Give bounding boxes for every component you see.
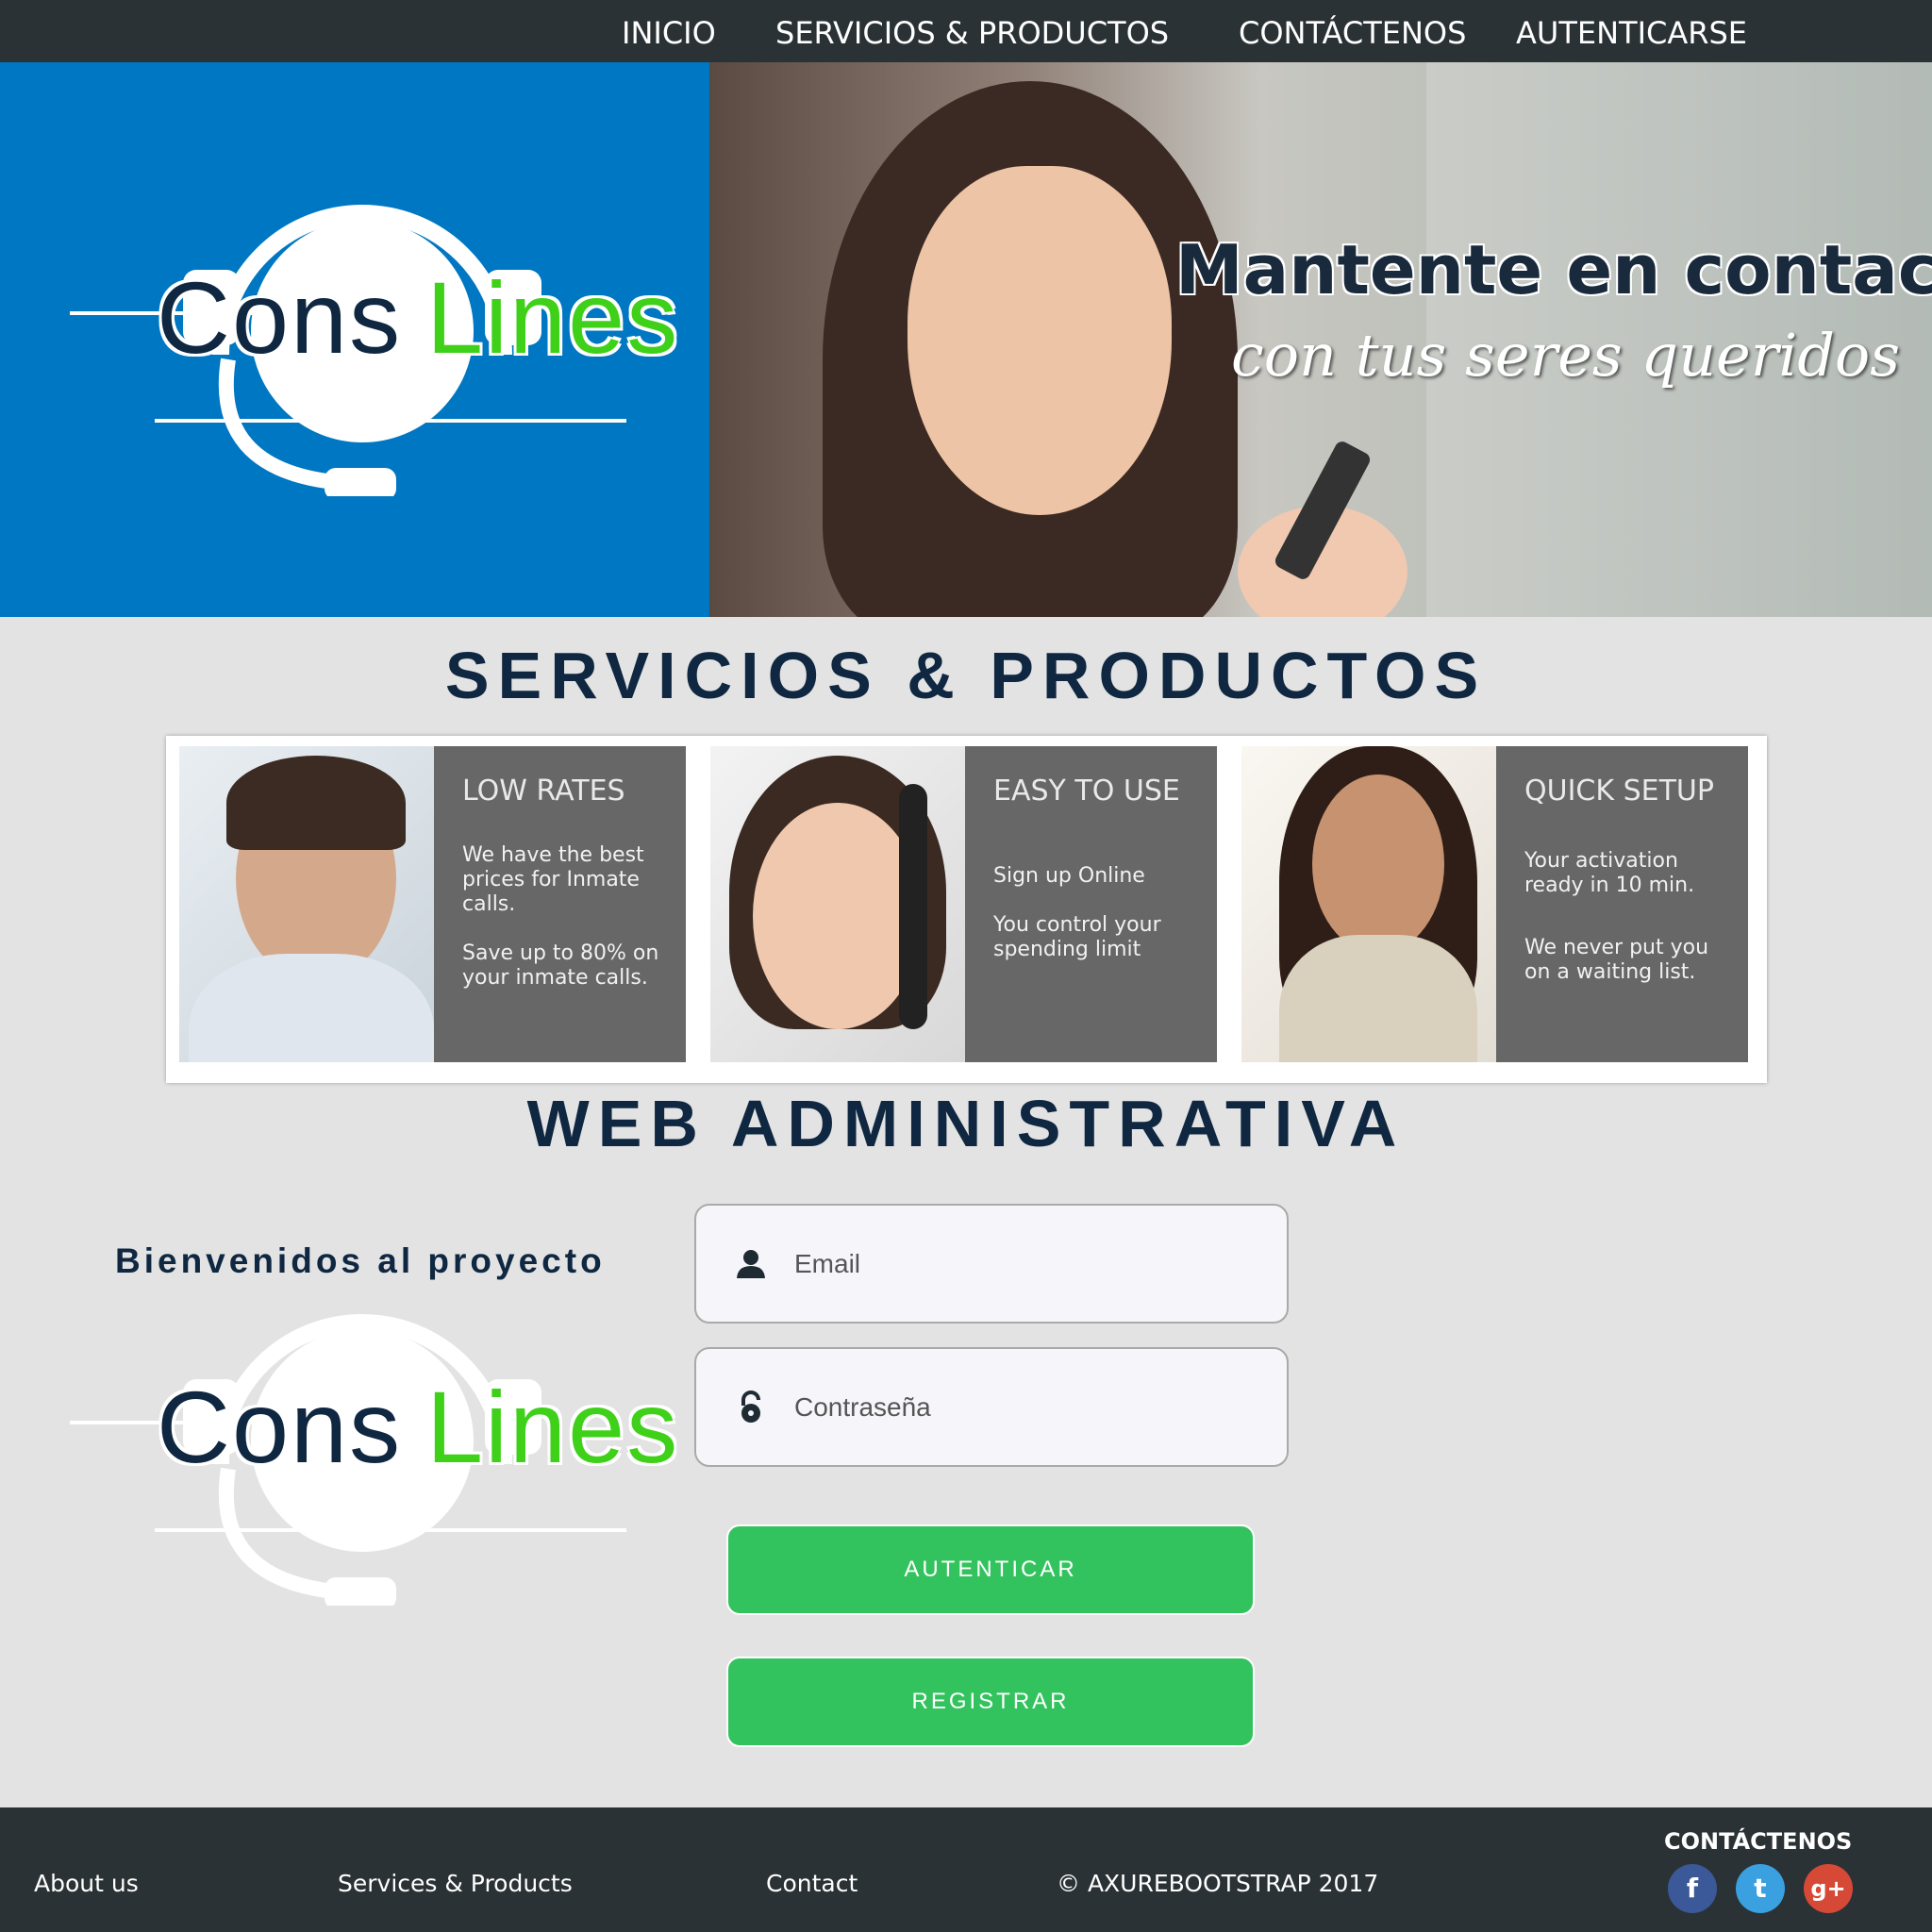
email-field[interactable] bbox=[694, 1204, 1289, 1324]
conslines-logo-secondary: Cons Lines bbox=[70, 1266, 677, 1606]
logo-text-cons: Cons bbox=[157, 1370, 403, 1484]
card-text: You control your spending limit bbox=[993, 913, 1161, 961]
card-title: EASY TO USE bbox=[993, 774, 1180, 808]
man-on-phone-photo bbox=[179, 746, 434, 1062]
service-card-panel: QUICK SETUP Your activation ready in 10 … bbox=[1496, 746, 1748, 1062]
logo-text-lines: Lines bbox=[426, 1370, 680, 1484]
footer-link-about[interactable]: About us bbox=[34, 1870, 139, 1897]
service-card-panel: EASY TO USE Sign up Online You control y… bbox=[965, 746, 1217, 1062]
google-plus-icon[interactable]: g+ bbox=[1804, 1864, 1853, 1913]
card-text: Your activation ready in 10 min. bbox=[1524, 849, 1695, 897]
register-button[interactable]: REGISTRAR bbox=[726, 1657, 1255, 1747]
footer-link-services[interactable]: Services & Products bbox=[338, 1870, 573, 1897]
nav-item-servicios-productos[interactable]: SERVICIOS & PRODUCTOS bbox=[775, 15, 1169, 51]
hero-woman-face bbox=[908, 166, 1172, 515]
password-field[interactable] bbox=[694, 1347, 1289, 1467]
service-card-panel: LOW RATES We have the best prices for In… bbox=[434, 746, 686, 1062]
authenticate-button[interactable]: AUTENTICAR bbox=[726, 1524, 1255, 1615]
woman-headset-photo bbox=[710, 746, 965, 1062]
woman-phone-photo bbox=[1241, 746, 1496, 1062]
nav-item-autenticarse[interactable]: AUTENTICARSE bbox=[1516, 15, 1747, 51]
top-navbar: INICIO SERVICIOS & PRODUCTOS CONTÁCTENOS… bbox=[0, 0, 1932, 62]
footer-contact-heading: CONTÁCTENOS bbox=[1664, 1828, 1853, 1855]
footer-copyright: © AXUREBOOTSTRAP 2017 bbox=[1057, 1870, 1379, 1897]
twitter-icon[interactable]: t bbox=[1736, 1864, 1785, 1913]
card-title: LOW RATES bbox=[462, 774, 625, 808]
conslines-logo: Cons Lines bbox=[70, 157, 677, 496]
password-input[interactable] bbox=[794, 1377, 1266, 1438]
logo-text-lines: Lines bbox=[426, 260, 680, 375]
footer-link-contact[interactable]: Contact bbox=[766, 1870, 858, 1897]
footer: About us Services & Products Contact © A… bbox=[0, 1807, 1932, 1932]
user-icon bbox=[737, 1250, 765, 1278]
services-heading: SERVICIOS & PRODUCTOS bbox=[444, 639, 1488, 712]
card-text: We never put you on a waiting list. bbox=[1524, 936, 1709, 984]
card-title: QUICK SETUP bbox=[1524, 774, 1714, 808]
email-input[interactable] bbox=[794, 1234, 1266, 1294]
card-text: Sign up Online bbox=[993, 864, 1145, 888]
hero-title: Mantente en contacto bbox=[1175, 230, 1932, 309]
nav-item-contactenos[interactable]: CONTÁCTENOS bbox=[1239, 15, 1466, 51]
lock-icon bbox=[741, 1391, 760, 1423]
service-card-low-rates: LOW RATES We have the best prices for In… bbox=[179, 746, 686, 1062]
hero-subtitle: con tus seres queridos bbox=[1231, 321, 1901, 390]
admin-heading: WEB ADMINISTRATIVA bbox=[526, 1087, 1406, 1160]
logo-text-cons: Cons bbox=[157, 260, 403, 375]
service-card-easy-to-use: EASY TO USE Sign up Online You control y… bbox=[710, 746, 1217, 1062]
service-card-quick-setup: QUICK SETUP Your activation ready in 10 … bbox=[1241, 746, 1748, 1062]
hero-logo-panel: Cons Lines bbox=[0, 62, 709, 617]
nav-item-inicio[interactable]: INICIO bbox=[622, 15, 716, 51]
facebook-icon[interactable]: f bbox=[1668, 1864, 1717, 1913]
services-cards: LOW RATES We have the best prices for In… bbox=[166, 736, 1767, 1083]
card-text: Save up to 80% on your inmate calls. bbox=[462, 941, 659, 990]
card-text: We have the best prices for Inmate calls… bbox=[462, 843, 644, 916]
